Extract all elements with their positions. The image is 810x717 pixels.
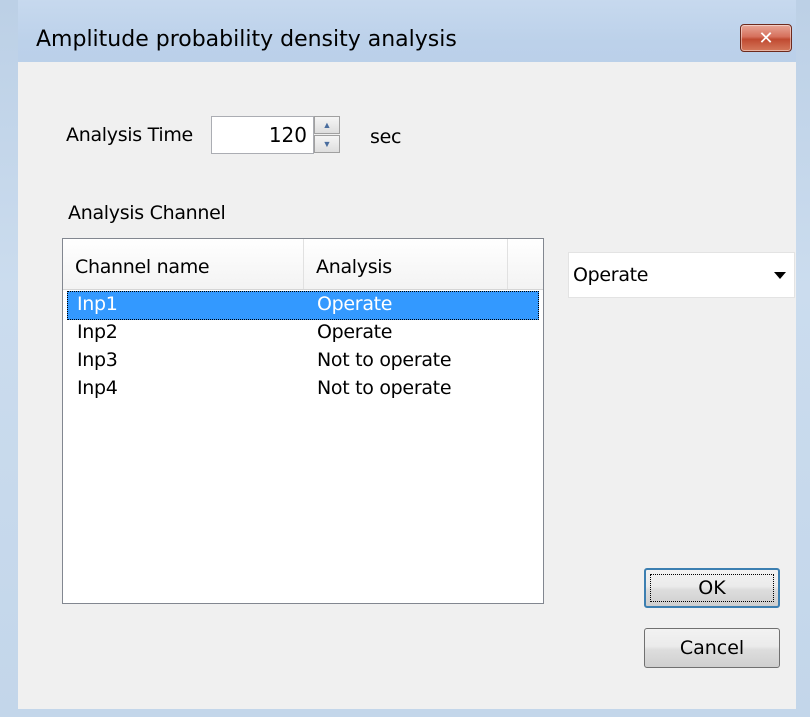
close-button[interactable]: ✕ (740, 24, 792, 52)
analysis-channel-label: Analysis Channel (68, 202, 226, 224)
analysis-cell: Operate (317, 321, 393, 343)
table-row[interactable]: Inp3 Not to operate (67, 347, 539, 376)
column-header-analysis[interactable]: Analysis (304, 239, 508, 289)
cancel-button-label: Cancel (679, 637, 745, 659)
analysis-time-spinner[interactable]: ▲ ▼ (314, 116, 342, 154)
column-header-channel-name[interactable]: Channel name (63, 239, 304, 289)
table-row[interactable]: Inp2 Operate (67, 319, 539, 348)
cancel-button[interactable]: Cancel (644, 628, 780, 668)
chevron-down-icon (774, 272, 786, 279)
spin-up-button[interactable]: ▲ (314, 116, 340, 134)
chevron-up-icon: ▲ (322, 120, 332, 130)
column-header-filler (508, 239, 543, 289)
spin-down-button[interactable]: ▼ (314, 135, 340, 153)
channel-name-cell: Inp2 (77, 321, 118, 343)
channel-name-cell: Inp4 (77, 377, 118, 399)
analysis-cell: Operate (317, 293, 393, 315)
analysis-cell: Not to operate (317, 377, 452, 399)
analysis-select-value: Operate (573, 264, 649, 286)
dialog-window: Amplitude probability density analysis ✕… (0, 0, 810, 717)
ok-button[interactable]: OK (644, 568, 780, 608)
focus-rectangle (650, 574, 774, 602)
channel-name-cell: Inp3 (77, 349, 118, 371)
analysis-time-input[interactable]: 120 (211, 116, 314, 154)
window-frame-bottom (0, 709, 810, 717)
table-row[interactable]: Inp1 Operate (67, 291, 539, 320)
channel-list[interactable]: Channel name Analysis Inp1 Operate Inp2 … (62, 238, 544, 604)
window-frame-right (796, 0, 810, 717)
analysis-select[interactable]: Operate (568, 252, 795, 298)
window-frame-left (0, 0, 18, 717)
analysis-time-label: Analysis Time (66, 124, 193, 146)
table-row[interactable]: Inp4 Not to operate (67, 375, 539, 404)
window-title: Amplitude probability density analysis (36, 27, 457, 52)
close-icon: ✕ (758, 27, 774, 48)
chevron-down-icon: ▼ (322, 139, 332, 149)
analysis-cell: Not to operate (317, 349, 452, 371)
analysis-time-unit: sec (370, 126, 402, 148)
channel-name-cell: Inp1 (77, 293, 118, 315)
list-header: Channel name Analysis (63, 239, 543, 290)
dialog-client-area: Analysis Time 120 ▲ ▼ sec Analysis Chann… (18, 62, 796, 709)
